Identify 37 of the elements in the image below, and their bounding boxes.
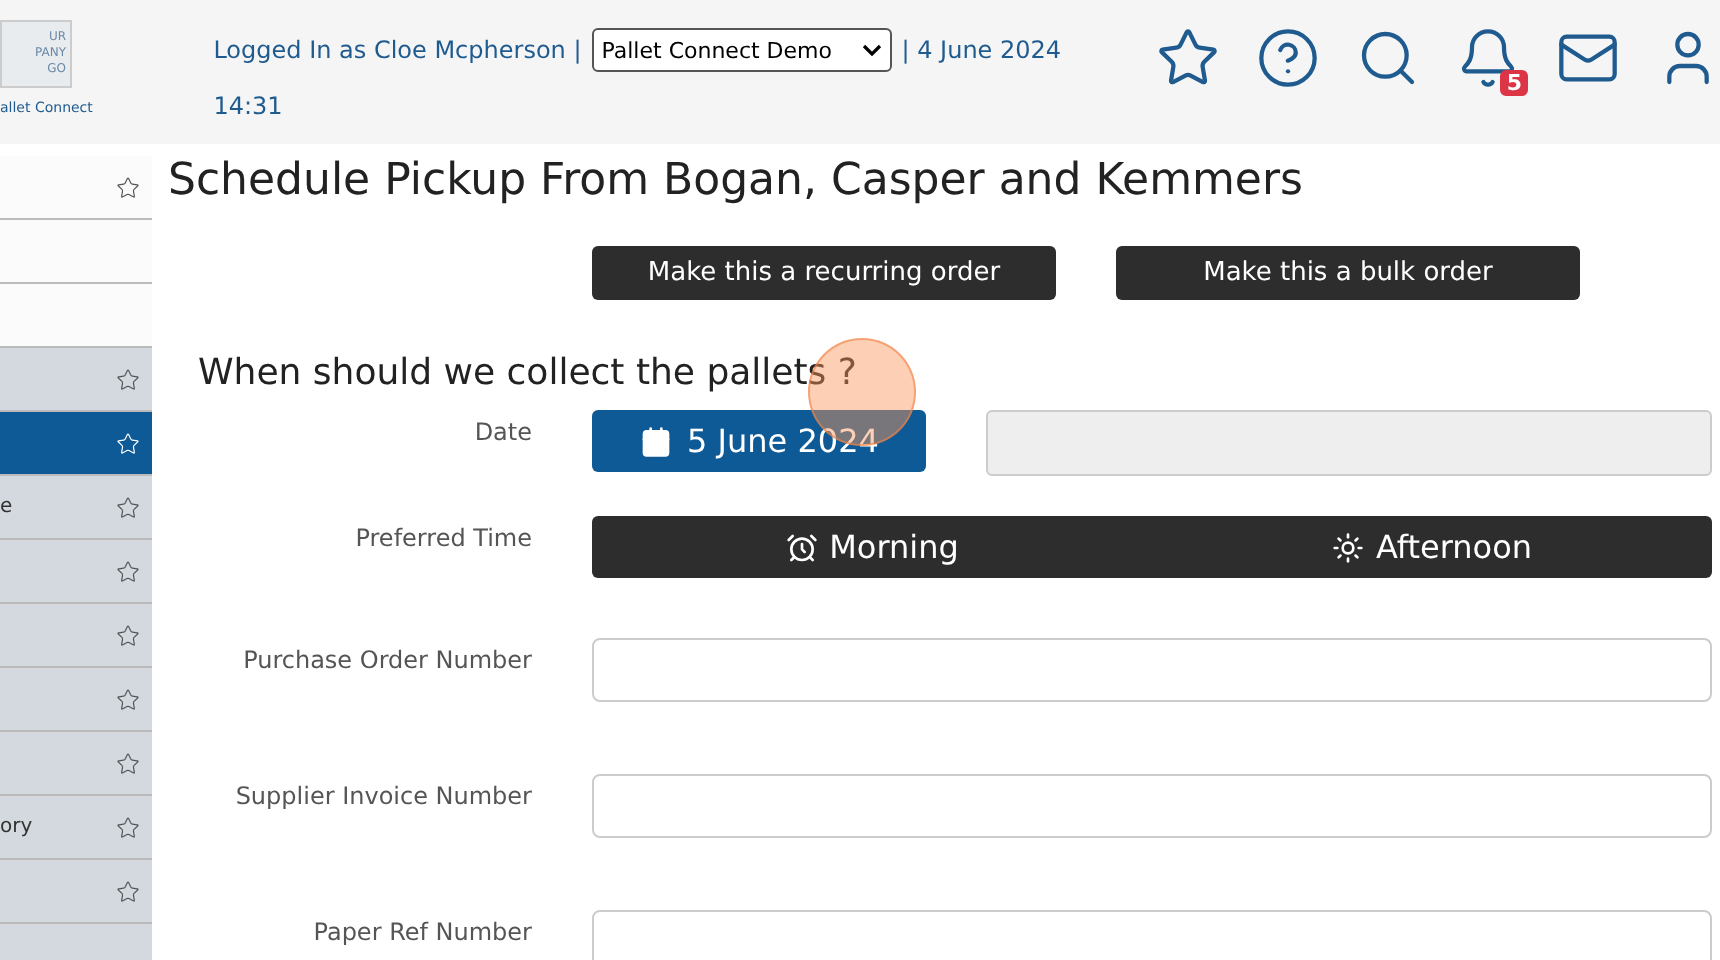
field-label: Date <box>472 416 532 446</box>
order-button[interactable]: Make this a recurring order <box>592 246 1056 300</box>
time-option[interactable]: Morning <box>592 516 1152 578</box>
sidebar-label: e <box>0 496 13 518</box>
star-icon[interactable] <box>116 559 140 583</box>
input-field[interactable] <box>592 910 1712 960</box>
notification-badge: 5 <box>1500 70 1528 96</box>
logged-in-text: Logged In as Cloe Mcpherson | <box>213 36 582 64</box>
alarm-clock-icon <box>785 531 818 563</box>
sidebar-item[interactable] <box>0 412 152 476</box>
order-button[interactable]: Make this a bulk order <box>1116 246 1580 300</box>
input-field[interactable] <box>592 774 1712 838</box>
star-icon[interactable] <box>116 687 140 711</box>
field-label: Purchase Order Number <box>241 644 532 674</box>
time-option[interactable]: Afternoon <box>1152 516 1712 578</box>
sun-icon <box>1332 531 1364 563</box>
account-select[interactable]: Pallet Connect Demo <box>591 28 892 72</box>
field-label: Preferred Time <box>353 522 532 552</box>
star-icon[interactable] <box>116 495 140 519</box>
star-icon[interactable] <box>116 367 140 391</box>
field-label: Paper Ref Number <box>311 916 532 946</box>
calendar-icon <box>639 425 672 457</box>
sidebar-item[interactable]: e <box>0 476 152 540</box>
page-title: Schedule Pickup From Bogan, Casper and Kemmers <box>168 156 1305 206</box>
date-text: | 4 June 2024 <box>901 36 1062 64</box>
star-icon[interactable] <box>116 175 140 199</box>
time-text: 14:31 <box>213 92 283 120</box>
sidebar-item[interactable]: ory <box>0 796 152 860</box>
field-label: Supplier Invoice Number <box>233 780 532 810</box>
star-icon[interactable] <box>116 879 140 903</box>
input-field[interactable] <box>592 638 1712 702</box>
caret-icon <box>861 44 882 56</box>
star-icon[interactable] <box>116 815 140 839</box>
star-icon[interactable] <box>116 623 140 647</box>
help-button[interactable] <box>1256 24 1320 92</box>
star-icon[interactable] <box>116 751 140 775</box>
sidebar-label: ory <box>0 816 33 838</box>
